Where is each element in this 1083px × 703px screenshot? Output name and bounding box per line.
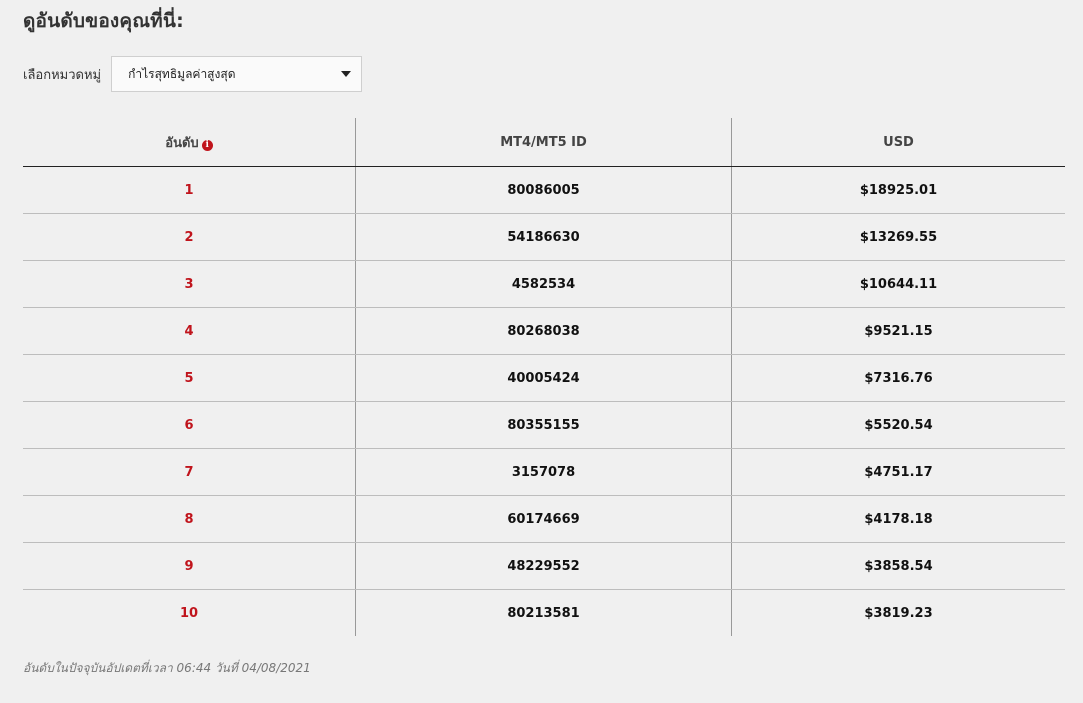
rank-cell: 4 [23,307,356,355]
table-row: 2 54186630 $13269.55 [23,213,1065,261]
table-header-row: อันดับ i MT4/MT5 ID USD [23,118,1065,167]
header-rank-label: อันดับ [165,135,199,151]
header-id: MT4/MT5 ID [355,118,732,167]
rank-cell: 6 [23,401,356,449]
id-cell: 80268038 [355,307,732,355]
id-cell: 80355155 [355,401,732,449]
rank-cell: 3 [23,260,356,308]
table-row: 10 80213581 $3819.23 [23,589,1065,636]
usd-cell: $3819.23 [864,605,933,621]
id-cell: 3157078 [355,448,732,496]
table-row: 1 80086005 $18925.01 [23,166,1065,214]
last-updated-note: อันดับในปัจจุบันอัปเดตที่เวลา 06:44 วันท… [23,661,311,675]
id-cell: 54186630 [355,213,732,261]
page-title: ดูอันดับของคุณที่นี่: [23,10,184,32]
header-rank: อันดับ i [23,118,356,167]
usd-cell: $4751.17 [731,448,1065,496]
id-cell: 4582534 [355,260,732,308]
info-icon[interactable]: i [201,139,213,151]
category-selector-row: เลือกหมวดหมู่ กำไรสุทธิมูลค่าสูงสุด [23,56,363,92]
header-usd: USD [731,118,1065,167]
table-row: 6 80355155 $5520.54 [23,401,1065,449]
leaderboard-page: ดูอันดับของคุณที่นี่: เลือกหมวดหมู่ กำไร… [0,0,1083,703]
rank-cell: 9 [23,542,356,590]
category-selected-value: กำไรสุทธิมูลค่าสูงสุด [128,66,236,81]
usd-cell: $10644.11 [731,260,1065,308]
usd-cell: $3858.54 [731,542,1065,590]
table-row: 5 40005424 $7316.76 [23,354,1065,402]
id-cell: 80213581 [355,589,732,636]
table-row: 4 80268038 $9521.15 [23,307,1065,355]
id-cell: 40005424 [355,354,732,402]
usd-cell: $9521.15 [731,307,1065,355]
rank-cell: 7 [23,448,356,496]
category-dropdown[interactable]: กำไรสุทธิมูลค่าสูงสุด [111,56,363,92]
usd-cell: $13269.55 [731,213,1065,261]
rank-cell: 2 [23,213,356,261]
category-label: เลือกหมวดหมู่ [23,67,102,83]
usd-cell: $4178.18 [731,495,1065,543]
id-cell: 80086005 [355,166,732,214]
chevron-down-icon [341,71,352,77]
usd-cell: $5520.54 [731,401,1065,449]
rank-cell: 1 [23,166,356,214]
rank-cell: 10 [23,589,356,636]
table-row: 8 60174669 $4178.18 [23,495,1065,543]
usd-cell: $18925.01 [731,166,1065,214]
usd-cell: $7316.76 [731,354,1065,402]
id-cell: 60174669 [355,495,732,543]
rank-cell: 8 [23,495,356,543]
rank-cell: 5 [23,354,356,402]
table-row: 7 3157078 $4751.17 [23,448,1065,496]
id-cell: 48229552 [355,542,732,590]
ranking-table: อันดับ i MT4/MT5 ID USD 1 80086005 $18925… [23,118,1065,636]
table-row: 9 48229552 $3858.54 [23,542,1065,590]
table-row: 3 4582534 $10644.11 [23,260,1065,308]
